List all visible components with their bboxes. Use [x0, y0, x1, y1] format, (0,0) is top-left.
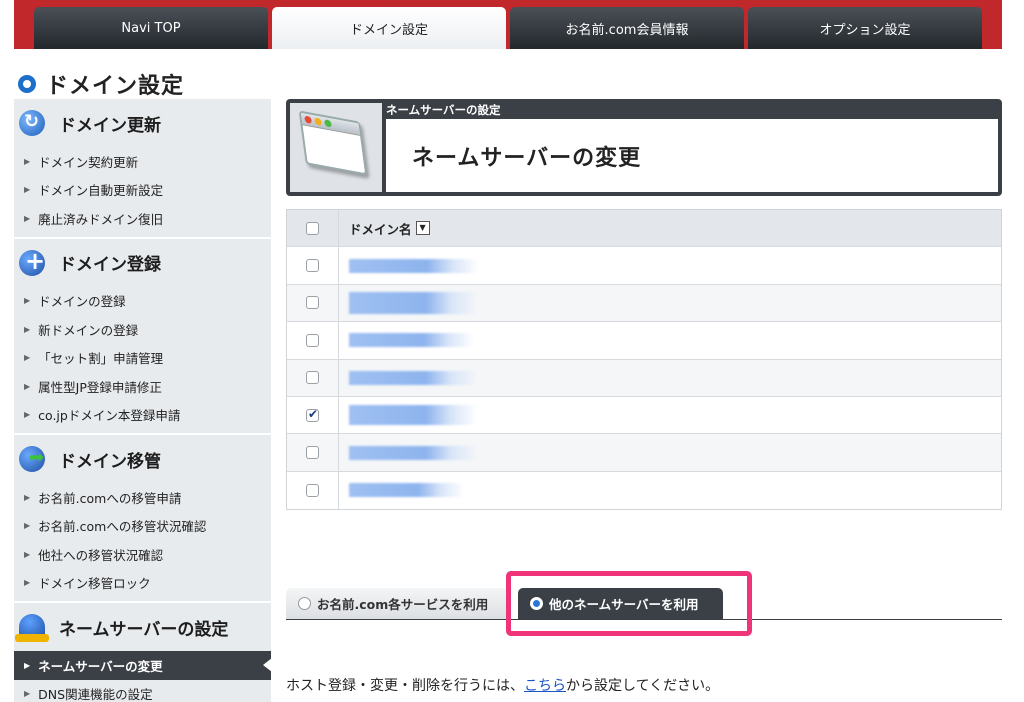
sidebar-item-transfer-request[interactable]: ▶ お名前.comへの移管申請 [14, 483, 271, 512]
option-onamae-services[interactable]: お名前.com各サービスを利用 [286, 588, 508, 619]
renew-globe-icon [19, 110, 45, 136]
select-all-checkbox[interactable] [306, 221, 319, 235]
redacted-domain-name [349, 291, 477, 314]
triangle-right-icon: ▶ [24, 492, 31, 502]
redacted-domain-name [349, 445, 477, 460]
tab-domain-settings[interactable]: ドメイン設定 [272, 7, 506, 49]
triangle-right-icon: ▶ [24, 296, 31, 306]
nameserver-icon [15, 614, 49, 642]
triangle-right-icon: ▶ [24, 578, 31, 588]
option-other-nameserver[interactable]: 他のネームサーバーを利用 [518, 588, 723, 619]
sidebar-section-header: ドメイン移管 [14, 435, 271, 483]
sidebar-item-transfer-status[interactable]: ▶ お名前.comへの移管状況確認 [14, 512, 271, 541]
header-label: ネームサーバーの設定 [386, 103, 501, 117]
here-link[interactable]: こちら [524, 678, 566, 694]
table-row [287, 284, 1001, 323]
table-row [287, 396, 1001, 435]
sidebar-item-jp-fix[interactable]: ▶ 属性型JP登録申請修正 [14, 372, 271, 401]
nameserver-option-tabs: お名前.com各サービスを利用 他のネームサーバーを利用 [286, 584, 1002, 620]
table-row [287, 247, 1001, 285]
sidebar-item-dns-settings[interactable]: ▶ DNS関連機能の設定 [14, 680, 271, 702]
sidebar-item-auto-renewal[interactable]: ▶ ドメイン自動更新設定 [14, 176, 271, 205]
domain-table: ドメイン名 ▼ [286, 209, 1002, 511]
sidebar-section-header: ドメイン登録 [14, 239, 271, 287]
sidebar-section-renewal: ドメイン更新 ▶ドメイン契約更新 ▶ドメイン自動更新設定 ▶廃止済みドメイン復旧 [14, 99, 271, 239]
sidebar-section-transfer: ドメイン移管 ▶お名前.comへの移管申請 ▶お名前.comへの移管状況確認 ▶… [14, 435, 271, 603]
triangle-right-icon: ▶ [24, 521, 31, 531]
sidebar-item-transfer-lock[interactable]: ▶ ドメイン移管ロック [14, 569, 271, 598]
triangle-right-icon: ▶ [24, 381, 31, 391]
host-registration-note: ホスト登録・変更・削除を行うには、こちらから設定してください。 [286, 678, 720, 694]
table-row [287, 359, 1001, 397]
redacted-domain-name [349, 258, 479, 273]
triangle-right-icon: ▶ [24, 689, 31, 699]
radio-button[interactable] [298, 597, 311, 610]
sidebar-section-title: ドメイン登録 [59, 255, 161, 275]
sort-down-icon[interactable]: ▼ [415, 221, 430, 236]
column-header-domain: ドメイン名 [349, 221, 412, 237]
top-nav-bar: Navi TOP ドメイン設定 お名前.com会員情報 オプション設定 [14, 0, 1002, 49]
sidebar-item-nameserver-change[interactable]: ▶ ネームサーバーの変更 [14, 651, 272, 680]
triangle-right-icon: ▶ [24, 156, 31, 166]
radio-button-selected[interactable] [530, 597, 543, 610]
page-title-text: ドメイン設定 [46, 74, 185, 99]
triangle-right-icon: ▶ [24, 549, 31, 559]
redacted-domain-name [349, 370, 477, 385]
row-checkbox[interactable] [306, 446, 319, 460]
row-checkbox-checked[interactable] [306, 407, 319, 422]
section-header-box: ネームサーバーの設定 ネームサーバーの変更 [286, 99, 1002, 196]
bullet-icon [18, 75, 36, 93]
sidebar-section-registration: ドメイン登録 ▶ドメインの登録 ▶新ドメインの登録 ▶「セット割」申請管理 ▶属… [14, 238, 271, 435]
tab-navi-top[interactable]: Navi TOP [34, 7, 268, 49]
row-checkbox[interactable] [306, 371, 319, 385]
redacted-domain-name [349, 405, 477, 426]
sidebar-section-header: ネームサーバーの設定 [14, 603, 271, 651]
table-row [287, 471, 1001, 510]
table-header-row: ドメイン名 ▼ [287, 210, 1001, 248]
sidebar-section-title: ネームサーバーの設定 [59, 619, 229, 640]
sidebar-item-outbound-status[interactable]: ▶ 他社への移管状況確認 [14, 540, 271, 569]
triangle-right-icon: ▶ [24, 660, 31, 670]
triangle-right-icon: ▶ [24, 353, 31, 363]
row-checkbox[interactable] [306, 333, 319, 347]
sidebar-section-header: ドメイン更新 [14, 99, 271, 147]
triangle-right-icon: ▶ [24, 324, 31, 334]
table-row [287, 322, 1001, 360]
add-globe-icon [19, 247, 45, 276]
row-checkbox[interactable] [306, 483, 319, 497]
redacted-domain-name [349, 333, 474, 348]
sidebar-section-title: ドメイン移管 [59, 451, 161, 472]
sidebar-item-cojp-register[interactable]: ▶ co.jpドメイン本登録申請 [14, 401, 271, 430]
triangle-right-icon: ▶ [24, 185, 31, 195]
sidebar-item-restore-domain[interactable]: ▶ 廃止済みドメイン復旧 [14, 204, 271, 233]
triangle-right-icon: ▶ [24, 410, 31, 420]
browser-window-icon [298, 110, 368, 176]
page-title: ドメイン設定 [18, 68, 184, 100]
sidebar: ドメイン更新 ▶ドメイン契約更新 ▶ドメイン自動更新設定 ▶廃止済みドメイン復旧… [14, 99, 272, 702]
sidebar-item-new-domain-register[interactable]: ▶ 新ドメインの登録 [14, 315, 271, 344]
header-title: ネームサーバーの変更 [412, 145, 642, 171]
row-checkbox[interactable] [306, 296, 319, 310]
sidebar-section-nameserver: ネームサーバーの設定 ▶ ネームサーバーの変更 ▶ DNS関連機能の設定 [14, 603, 272, 702]
tab-member-info[interactable]: お名前.com会員情報 [510, 7, 744, 49]
tab-option-settings[interactable]: オプション設定 [748, 7, 982, 49]
table-row [287, 434, 1001, 472]
header-image [290, 103, 382, 192]
sidebar-item-set-discount[interactable]: ▶ 「セット割」申請管理 [14, 344, 271, 373]
sidebar-item-domain-register[interactable]: ▶ ドメインの登録 [14, 287, 271, 316]
sidebar-section-title: ドメイン更新 [59, 115, 161, 136]
row-checkbox[interactable] [306, 259, 319, 273]
triangle-right-icon: ▶ [24, 213, 31, 223]
redacted-domain-name [349, 483, 464, 498]
header-title-panel: ネームサーバーの変更 [386, 119, 998, 192]
sidebar-item-contract-renewal[interactable]: ▶ ドメイン契約更新 [14, 147, 271, 176]
transfer-globe-icon [19, 446, 45, 472]
